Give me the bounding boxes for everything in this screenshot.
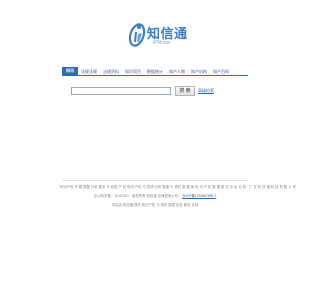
logo-mark-icon (128, 23, 146, 47)
advanced-search-link[interactable]: 高级检索 (198, 88, 214, 94)
nav-item-regulation-materials[interactable]: 法规资料 (100, 68, 122, 75)
nav-item-ip-organizations[interactable]: 知产机构 (188, 68, 210, 75)
search-input[interactable] (71, 87, 171, 95)
footer-icp-link[interactable]: 京ICP备12345678号-2 (182, 194, 216, 198)
search-button[interactable]: 搜 索 (175, 86, 195, 96)
footer-line-3: 本站由 知信通 提供 知识产权 与 相关 数据 信息 服务 支持 (111, 203, 199, 207)
footer-copyright: 京公网安备：11010502 · 版权所有 知信通 法律咨询公司： (93, 194, 182, 198)
nav-item-ip-encyclopedia[interactable]: 知产百科 (210, 68, 232, 75)
footer-line-1: 知识产权 专 题 数据 分析 服务 与 双语 产 权 知识 产权 与 双语 分析… (60, 185, 296, 189)
logo[interactable]: 知信通 iPRnow (128, 22, 188, 52)
nav-item-knowledge-projects[interactable]: 知识项目 (122, 68, 144, 75)
page: 知信通 iPRnow 知讯 法规法规 法规资料 知识项目 数据统计 知产人物 知… (0, 0, 300, 300)
nav-underline (62, 75, 248, 76)
main-nav: 知讯 法规法规 法规资料 知识项目 数据统计 知产人物 知产机构 知产百科 (62, 67, 248, 75)
nav-item-news[interactable]: 知讯 (62, 67, 78, 75)
footer-divider (62, 180, 248, 181)
footer-line-2: 京公网安备：11010502 · 版权所有 知信通 法律咨询公司： 京ICP备1… (60, 193, 250, 198)
nav-item-regulations[interactable]: 法规法规 (78, 68, 100, 75)
nav-item-ip-people[interactable]: 知产人物 (166, 68, 188, 75)
nav-item-statistics[interactable]: 数据统计 (144, 68, 166, 75)
logo-subtitle: iPRnow (153, 40, 171, 46)
